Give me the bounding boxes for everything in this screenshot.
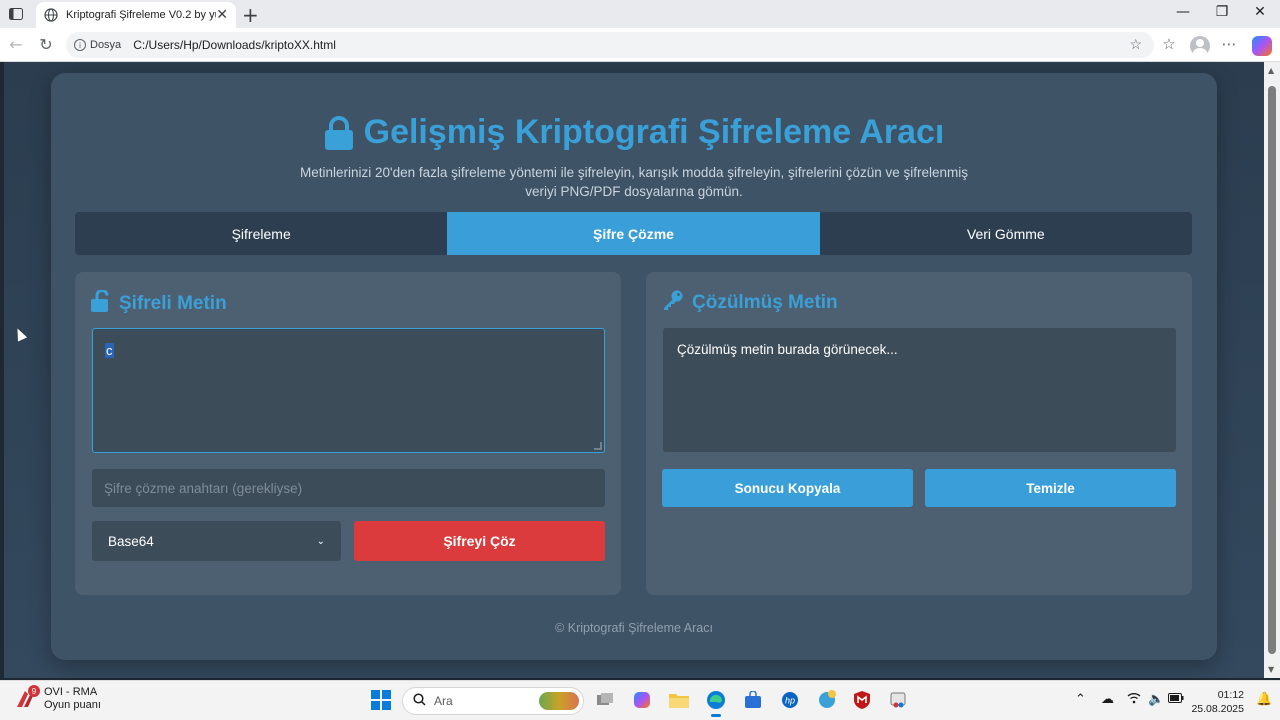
battery-icon[interactable] — [1168, 692, 1184, 707]
decrypted-text-panel: Çözülmüş Metin Çözülmüş metin burada gör… — [646, 272, 1192, 595]
clock-time: 01:12 — [1217, 689, 1244, 701]
tab-encrypt[interactable]: Şifreleme — [75, 212, 448, 255]
taskbar: 9 OVI - RMA Oyun puanı Ara hp ⌃ ☁ 🔈 01:1… — [0, 680, 1280, 720]
reload-icon[interactable]: ↻ — [35, 35, 57, 54]
onedrive-icon[interactable]: ☁ — [1101, 692, 1114, 707]
url-text: C:/Users/Hp/Downloads/kriptoXX.html — [133, 38, 336, 52]
scroll-up-icon[interactable]: ▲ — [1268, 66, 1274, 75]
site-info-label: Dosya — [90, 39, 122, 51]
mcafee-icon[interactable] — [851, 689, 873, 711]
widget-title: OVI - RMA — [44, 686, 98, 698]
star-icon[interactable]: ☆ — [1129, 36, 1142, 53]
key-icon — [662, 290, 684, 316]
browser-tab[interactable]: Kriptografi Şifreleme V0.2 by yunus ✕ — [36, 2, 236, 28]
python-app-icon[interactable] — [816, 689, 838, 711]
snipping-tool-icon[interactable] — [887, 689, 909, 711]
volume-icon[interactable]: 🔈 — [1148, 692, 1164, 707]
page-title: Gelişmiş Kriptografi Şifreleme Aracı — [51, 113, 1217, 152]
decrypted-text-placeholder: Çözülmüş metin burada görünecek... — [677, 342, 898, 357]
widget-subtitle: Oyun puanı — [44, 699, 101, 711]
page-title-text: Gelişmiş Kriptografi Şifreleme Aracı — [363, 113, 945, 151]
address-bar-row: ← ↻ i Dosya C:/Users/Hp/Downloads/kripto… — [0, 28, 1280, 62]
maximize-icon[interactable]: ❐ — [1207, 4, 1237, 20]
hp-icon[interactable]: hp — [779, 689, 801, 711]
app-container: Gelişmiş Kriptografi Şifreleme Aracı Met… — [51, 73, 1217, 660]
taskbar-search[interactable]: Ara — [402, 687, 584, 715]
scroll-thumb[interactable] — [1268, 86, 1276, 654]
system-clock[interactable]: 01:12 25.08.2025 — [1190, 688, 1244, 716]
lock-icon — [324, 115, 354, 150]
mode-tabs: Şifreleme Şifre Çözme Veri Gömme — [75, 212, 1192, 255]
tab-actions-icon[interactable] — [6, 5, 26, 23]
wifi-icon[interactable] — [1127, 692, 1141, 708]
info-icon: i — [74, 39, 86, 51]
copilot-app-icon[interactable] — [631, 689, 653, 711]
file-explorer-icon[interactable] — [668, 689, 690, 711]
encrypted-text-panel: Şifreli Metin c Şifre çözme anahtarı (ge… — [75, 272, 621, 595]
tab-decrypt[interactable]: Şifre Çözme — [447, 212, 820, 255]
page-subtitle: Metinlerinizi 20'den fazla şifreleme yön… — [299, 165, 969, 199]
tab-embed[interactable]: Veri Gömme — [819, 212, 1192, 255]
encrypted-text-input[interactable]: c — [92, 328, 605, 453]
task-view-icon[interactable] — [594, 689, 616, 711]
encrypted-text-value: c — [105, 343, 114, 358]
new-tab-icon[interactable]: + — [242, 3, 259, 27]
game-widget-icon: 9 — [14, 685, 40, 710]
site-info[interactable]: i Dosya — [74, 39, 121, 51]
decrypted-text-output: Çözülmüş metin burada görünecek... — [663, 328, 1176, 452]
close-window-icon[interactable]: ✕ — [1245, 4, 1275, 20]
clock-date: 25.08.2025 — [1191, 703, 1244, 715]
unlock-icon — [91, 289, 111, 318]
globe-icon — [44, 8, 58, 22]
encrypted-text-title: Şifreli Metin — [119, 293, 227, 314]
decryption-key-placeholder: Şifre çözme anahtarı (gerekliyse) — [104, 480, 303, 496]
page-scrollbar[interactable]: ▲ ▼ — [1264, 62, 1280, 678]
chevron-down-icon: ⌄ — [316, 535, 325, 547]
show-hidden-icons-icon[interactable]: ⌃ — [1075, 692, 1086, 707]
decrypted-text-heading: Çözülmüş Metin — [662, 290, 838, 316]
clear-button[interactable]: Temizle — [925, 469, 1176, 507]
search-icon — [413, 693, 426, 709]
copy-result-button[interactable]: Sonucu Kopyala — [662, 469, 913, 507]
decryption-key-input[interactable]: Şifre çözme anahtarı (gerekliyse) — [92, 469, 605, 507]
search-placeholder: Ara — [434, 694, 453, 708]
profile-avatar[interactable] — [1190, 36, 1210, 56]
decrypted-text-title: Çözülmüş Metin — [692, 292, 838, 313]
search-highlight-image — [539, 692, 579, 710]
notification-bell-icon[interactable]: 🔔 — [1256, 692, 1272, 707]
svg-text:hp: hp — [785, 696, 795, 706]
edge-browser-icon[interactable] — [705, 689, 727, 717]
favorites-icon[interactable]: ☆ — [1158, 35, 1180, 53]
minimize-icon[interactable]: — — [1168, 4, 1198, 20]
widget-game-score[interactable]: 9 OVI - RMA Oyun puanı — [14, 685, 101, 712]
encrypted-text-heading: Şifreli Metin — [91, 289, 227, 318]
method-selected-value: Base64 — [108, 533, 154, 549]
decrypt-button[interactable]: Şifreyi Çöz — [354, 521, 605, 561]
more-icon[interactable]: ⋯ — [1218, 35, 1240, 53]
scroll-down-icon[interactable]: ▼ — [1268, 665, 1274, 674]
close-tab-icon[interactable]: ✕ — [216, 7, 228, 23]
footer: © Kriptografi Şifreleme Aracı — [555, 621, 713, 635]
tab-title: Kriptografi Şifreleme V0.2 by yunus — [66, 9, 216, 21]
back-icon[interactable]: ← — [5, 35, 27, 54]
url-field[interactable]: i Dosya C:/Users/Hp/Downloads/kriptoXX.h… — [66, 32, 1154, 58]
copilot-icon[interactable] — [1252, 36, 1272, 56]
page-viewport: Gelişmiş Kriptografi Şifreleme Aracı Met… — [4, 62, 1264, 678]
method-select[interactable]: Base64 ⌄ — [92, 521, 341, 561]
resize-handle-icon[interactable] — [594, 442, 602, 450]
store-icon[interactable] — [742, 689, 764, 711]
widget-badge: 9 — [28, 685, 40, 697]
browser-tab-bar: Kriptografi Şifreleme V0.2 by yunus ✕ + … — [0, 0, 1280, 28]
start-button[interactable] — [371, 690, 391, 710]
